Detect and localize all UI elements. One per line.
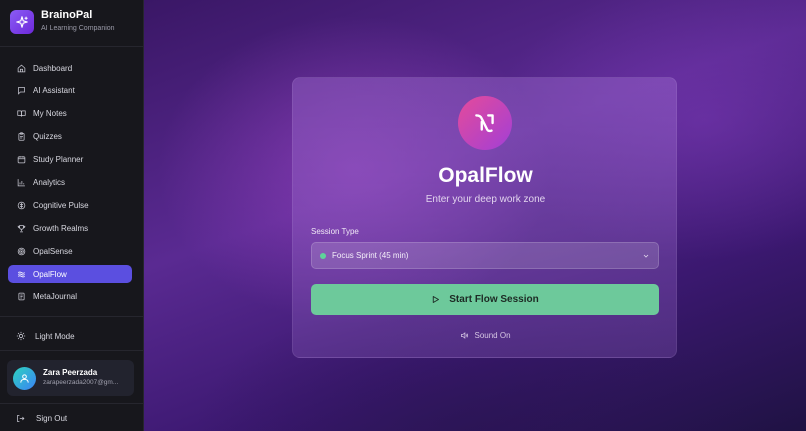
chevron-down-icon bbox=[643, 254, 649, 258]
book-icon bbox=[17, 109, 26, 118]
sidebar-item-label: Cognitive Pulse bbox=[33, 200, 89, 210]
avatar bbox=[13, 366, 36, 390]
start-flow-session-button[interactable]: Start Flow Session bbox=[311, 284, 659, 315]
waves-icon bbox=[17, 270, 26, 279]
sound-toggle[interactable]: Sound On bbox=[293, 331, 678, 340]
sidebar-item-label: Analytics bbox=[33, 177, 66, 187]
status-dot bbox=[320, 252, 326, 259]
opalflow-logo-icon bbox=[458, 96, 512, 150]
sidebar-item-label: Study Planner bbox=[33, 155, 84, 165]
divider bbox=[0, 350, 143, 351]
target-icon bbox=[17, 247, 26, 256]
sidebar-item-ai-assistant[interactable]: AI Assistant bbox=[8, 82, 132, 100]
start-flow-session-label: Start Flow Session bbox=[449, 294, 539, 305]
sign-out-label: Sign Out bbox=[36, 414, 68, 423]
divider bbox=[0, 316, 143, 317]
sidebar-item-label: OpalFlow bbox=[33, 269, 67, 279]
session-type-value: Focus Sprint (45 min) bbox=[332, 251, 409, 260]
sidebar-item-growth-realms[interactable]: Growth Realms bbox=[8, 219, 132, 237]
light-mode-label: Light Mode bbox=[35, 331, 75, 341]
brand[interactable]: BrainoPal AI Learning Companion bbox=[10, 9, 115, 34]
sidebar-item-opalflow[interactable]: OpalFlow bbox=[8, 265, 132, 284]
brain-icon bbox=[17, 201, 26, 210]
page-subtitle: Enter your deep work zone bbox=[425, 194, 546, 205]
calendar-icon bbox=[17, 155, 26, 164]
sidebar-item-opalsense[interactable]: OpalSense bbox=[8, 242, 132, 260]
sidebar-item-label: OpalSense bbox=[33, 246, 73, 256]
clipboard-icon bbox=[17, 132, 26, 141]
sidebar-item-my-notes[interactable]: My Notes bbox=[8, 105, 132, 123]
bar-chart-icon bbox=[17, 178, 26, 187]
speaker-icon bbox=[461, 332, 469, 339]
divider bbox=[0, 46, 143, 47]
sidebar-item-label: MetaJournal bbox=[33, 292, 78, 302]
light-mode-toggle[interactable]: Light Mode bbox=[16, 331, 75, 341]
trophy-icon bbox=[17, 224, 26, 233]
session-type-select[interactable]: Focus Sprint (45 min) bbox=[311, 242, 659, 269]
user-card[interactable]: Zara Peerzada zarapeerzada2007@gm... bbox=[7, 360, 134, 396]
page-title: OpalFlow bbox=[438, 164, 533, 187]
user-icon bbox=[20, 373, 29, 383]
logout-icon bbox=[17, 415, 25, 422]
sidebar-item-dashboard[interactable]: Dashboard bbox=[8, 59, 132, 77]
sidebar-item-metajournal[interactable]: MetaJournal bbox=[8, 288, 132, 306]
brand-title: BrainoPal bbox=[41, 9, 93, 21]
sidebar-item-quizzes[interactable]: Quizzes bbox=[8, 128, 132, 146]
sidebar: BrainoPal AI Learning Companion Dashboar… bbox=[0, 0, 144, 431]
session-type-label: Session Type bbox=[311, 227, 359, 236]
home-icon bbox=[17, 64, 26, 73]
sidebar-item-cognitive-pulse[interactable]: Cognitive Pulse bbox=[8, 196, 132, 214]
sidebar-item-study-planner[interactable]: Study Planner bbox=[8, 151, 132, 169]
journal-icon bbox=[17, 292, 26, 301]
opalflow-card: OpalFlow Enter your deep work zone Sessi… bbox=[292, 77, 677, 358]
sidebar-nav: Dashboard AI Assistant My Notes Quizzes … bbox=[8, 59, 132, 311]
user-name: Zara Peerzada bbox=[43, 368, 98, 377]
user-email: zarapeerzada2007@gm... bbox=[43, 379, 119, 386]
sun-icon bbox=[16, 331, 26, 341]
sidebar-item-analytics[interactable]: Analytics bbox=[8, 173, 132, 191]
sidebar-item-label: Growth Realms bbox=[33, 223, 89, 233]
sparkles-icon bbox=[10, 9, 34, 34]
chat-icon bbox=[17, 86, 26, 96]
play-icon bbox=[433, 296, 440, 303]
sidebar-item-label: Quizzes bbox=[33, 132, 62, 142]
divider bbox=[0, 403, 143, 404]
sound-label: Sound On bbox=[474, 331, 511, 340]
brand-subtitle: AI Learning Companion bbox=[41, 25, 115, 32]
sidebar-item-label: My Notes bbox=[33, 109, 67, 119]
sidebar-item-label: Dashboard bbox=[33, 63, 73, 73]
sidebar-item-label: AI Assistant bbox=[33, 86, 75, 96]
sign-out-button[interactable]: Sign Out bbox=[16, 414, 67, 423]
